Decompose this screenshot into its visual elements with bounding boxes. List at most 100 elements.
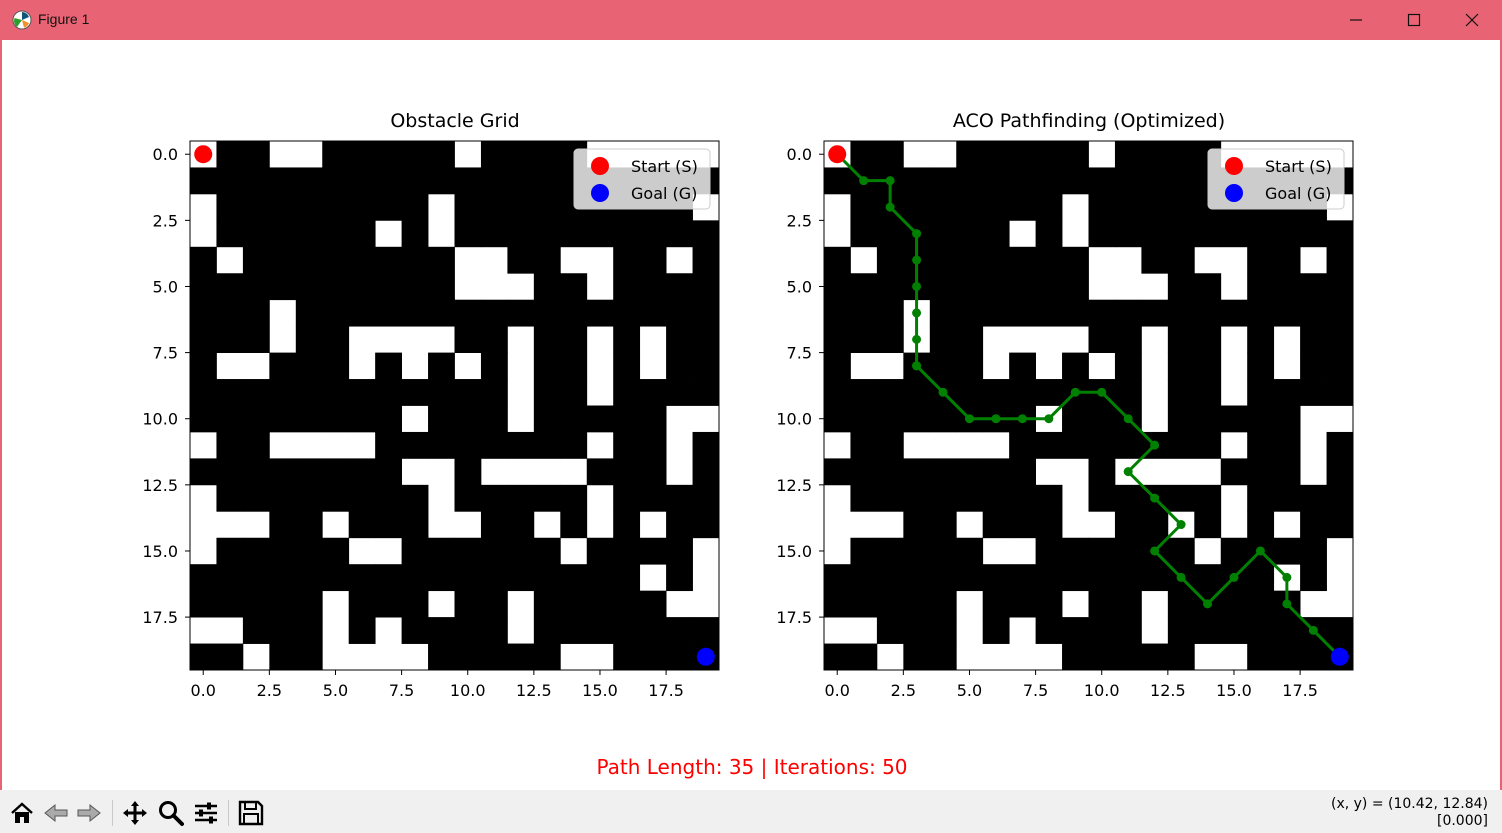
y-tick-label: 12.5 <box>142 476 178 495</box>
grid-cell-obstacle <box>613 590 641 618</box>
grid-cell-obstacle <box>533 537 561 565</box>
path-point <box>1150 546 1160 556</box>
pan-button[interactable] <box>120 798 150 828</box>
grid-cell-obstacle <box>1035 379 1063 406</box>
grid-cell-obstacle <box>982 273 1010 301</box>
grid-cell-obstacle <box>666 484 693 512</box>
grid-cell-obstacle <box>850 590 878 618</box>
grid-cell-obstacle <box>1035 484 1063 512</box>
grid-cell-obstacle <box>401 564 429 592</box>
save-button[interactable] <box>236 798 266 828</box>
grid-cell-obstacle <box>586 458 614 486</box>
grid-cell-obstacle <box>375 246 402 274</box>
home-button[interactable] <box>7 798 37 828</box>
grid-cell-obstacle <box>454 326 482 353</box>
grid-cell-obstacle <box>375 193 402 221</box>
grid-cell-obstacle <box>190 246 217 274</box>
back-button[interactable] <box>41 798 71 828</box>
configure-subplots-button[interactable] <box>191 798 221 828</box>
zoom-button[interactable] <box>156 798 186 828</box>
grid-cell-obstacle <box>242 458 270 486</box>
x-tick-label: 10.0 <box>1084 681 1120 700</box>
grid-cell-obstacle <box>692 484 720 512</box>
grid-cell-obstacle <box>666 379 693 406</box>
x-tick-label: 12.5 <box>1150 681 1186 700</box>
grid-cell-obstacle <box>929 537 957 565</box>
grid-cell-obstacle <box>428 564 455 592</box>
grid-cell-obstacle <box>876 458 904 486</box>
grid-cell-obstacle <box>1194 405 1222 433</box>
grid-cell-obstacle <box>348 246 376 274</box>
grid-cell-obstacle <box>216 141 244 168</box>
forward-button[interactable] <box>74 798 104 828</box>
grid-cell-obstacle <box>295 617 323 644</box>
grid-cell-obstacle <box>507 299 535 327</box>
grid-cell-obstacle <box>1167 352 1195 380</box>
figure-canvas[interactable]: 0.0 2.5 5.0 7.5 10.0 12.5 15.0 17.5 0.0 2.5 5.0 7.5… <box>2 40 1500 790</box>
grid-cell-obstacle <box>507 511 535 539</box>
grid-cell-obstacle <box>242 431 270 459</box>
grid-cell-obstacle <box>692 617 720 644</box>
grid-cell-obstacle <box>480 379 508 406</box>
grid-cell-obstacle <box>1088 326 1116 353</box>
path-point <box>1229 572 1239 582</box>
grid-cell-obstacle <box>639 299 667 327</box>
x-tick-label: 12.5 <box>516 681 552 700</box>
grid-cell-obstacle <box>639 458 667 486</box>
grid-cell-obstacle <box>428 537 455 565</box>
grid-cell-obstacle <box>216 590 244 618</box>
grid-cell-obstacle <box>1247 273 1275 301</box>
grid-cell-obstacle <box>428 431 455 459</box>
grid-cell-obstacle <box>929 220 957 248</box>
grid-cell-obstacle <box>929 617 957 644</box>
legend-marker <box>591 184 609 202</box>
grid-cell-obstacle <box>982 193 1010 221</box>
grid-cell-obstacle <box>216 273 244 301</box>
zoom-icon <box>159 801 184 826</box>
x-tick-label: 17.5 <box>1282 681 1318 700</box>
grid-cell-obstacle <box>850 141 878 168</box>
y-tick-label: 15.0 <box>776 542 812 561</box>
grid-cell-obstacle <box>1247 511 1275 539</box>
grid-cell-obstacle <box>348 379 376 406</box>
grid-cell-obstacle <box>929 193 957 221</box>
grid-cell-obstacle <box>1247 220 1275 248</box>
toolbar-separator <box>112 800 113 826</box>
grid-cell-obstacle <box>533 431 561 459</box>
grid-cell-obstacle <box>1273 431 1301 459</box>
grid-cell-obstacle <box>1326 299 1354 327</box>
grid-cell-obstacle <box>348 484 376 512</box>
grid-cell-obstacle <box>1114 431 1142 459</box>
y-tick-label: 15.0 <box>142 542 178 561</box>
grid-cell-obstacle <box>1009 141 1036 168</box>
grid-cell-obstacle <box>533 564 561 592</box>
grid-cell-obstacle <box>1114 379 1142 406</box>
close-button[interactable] <box>1443 0 1501 40</box>
grid-cell-obstacle <box>666 537 693 565</box>
legend-marker <box>1225 157 1243 175</box>
grid-cell-obstacle <box>269 405 297 433</box>
grid-cell-obstacle <box>401 617 429 644</box>
grid-cell-obstacle <box>876 484 904 512</box>
grid-cell-obstacle <box>1273 458 1301 486</box>
minimize-button[interactable] <box>1327 0 1385 40</box>
grid-cell-obstacle <box>401 431 429 459</box>
grid-cell-obstacle <box>929 590 957 618</box>
grid-cell-obstacle <box>295 643 323 671</box>
grid-cell-obstacle <box>401 220 429 248</box>
grid-cell-obstacle <box>929 405 957 433</box>
grid-cell-obstacle <box>903 379 931 406</box>
grid-cell-obstacle <box>295 246 323 274</box>
pan-icon <box>123 801 147 825</box>
grid-cell-obstacle <box>480 511 508 539</box>
grid-cell-obstacle <box>639 484 667 512</box>
grid-cell-obstacle <box>1141 167 1169 195</box>
grid-cell-obstacle <box>1167 141 1195 168</box>
grid-cell-obstacle <box>322 405 350 433</box>
grid-cell-obstacle <box>1035 617 1063 644</box>
grid-cell-obstacle <box>982 141 1010 168</box>
maximize-button[interactable] <box>1385 0 1443 40</box>
grid-cell-obstacle <box>560 617 588 644</box>
grid-cell-obstacle <box>401 590 429 618</box>
grid-cell-obstacle <box>1300 564 1327 592</box>
